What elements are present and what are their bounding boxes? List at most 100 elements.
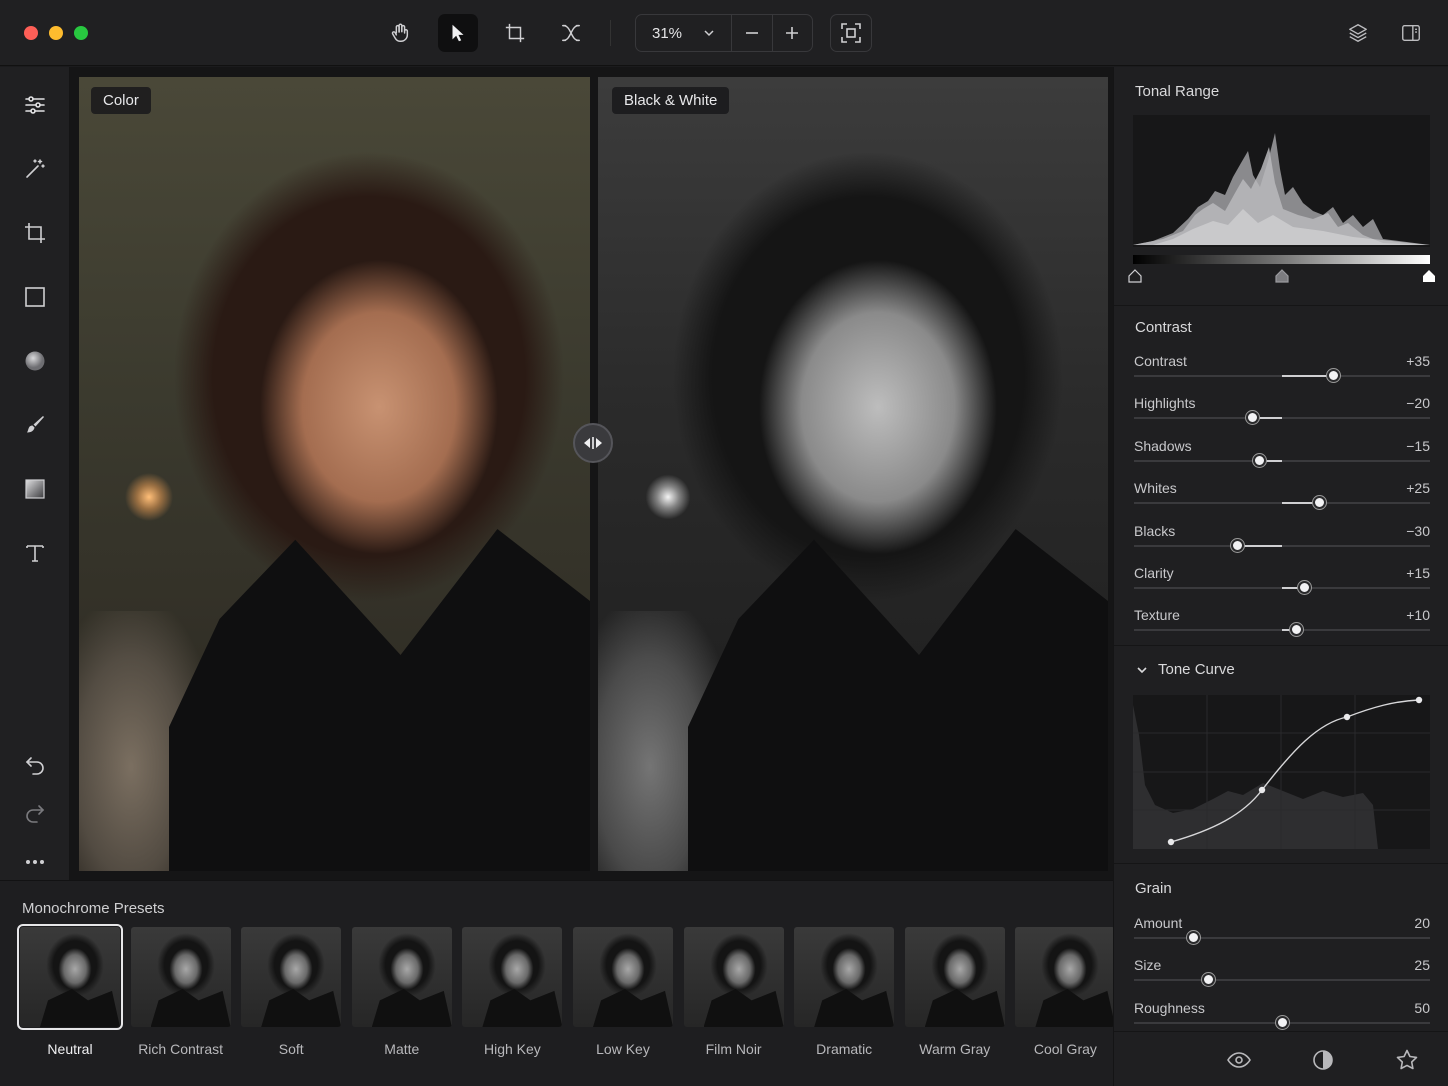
preset-item[interactable]: Neutral [17, 924, 123, 1057]
bw-label: Black & White [612, 87, 730, 114]
chevron-down-icon [704, 30, 714, 37]
minimize-window-button[interactable] [49, 26, 63, 40]
slider-knob[interactable] [1312, 496, 1326, 510]
layers-button[interactable] [1338, 14, 1378, 52]
rail-rectangle[interactable] [15, 277, 55, 317]
zoom-out-button[interactable] [732, 15, 773, 51]
slider-knob[interactable] [1297, 581, 1311, 594]
zoom-window-button[interactable] [74, 26, 88, 40]
tone-curve-editor[interactable] [1133, 695, 1430, 849]
highlight-point-handle[interactable] [1422, 269, 1436, 283]
slider-label: Roughness [1134, 999, 1205, 1016]
slider-amount[interactable]: Amount 20 [1134, 915, 1430, 955]
close-window-button[interactable] [24, 26, 38, 40]
fit-screen-icon [841, 23, 861, 43]
undo-button[interactable] [15, 745, 55, 785]
curve-point[interactable] [1167, 838, 1175, 846]
slider-label: Contrast [1134, 353, 1187, 369]
hand-tool-button[interactable] [380, 14, 420, 52]
slider-knob[interactable] [1186, 931, 1200, 944]
pointer-tool-button[interactable] [438, 14, 478, 52]
preset-label: Rich Contrast [138, 1041, 223, 1057]
contrast-circle-icon[interactable] [1311, 1048, 1335, 1072]
more-button[interactable] [15, 842, 55, 882]
slider-knob[interactable] [1253, 453, 1267, 467]
rail-brush[interactable] [15, 405, 55, 445]
slider-track[interactable] [1134, 544, 1430, 547]
slider-highlights[interactable]: Highlights −20 [1134, 395, 1430, 435]
slider-label: Blacks [1134, 522, 1176, 539]
preset-item[interactable]: Film Noir [683, 927, 784, 1057]
preset-item[interactable]: Warm Gray [904, 927, 1005, 1057]
split-view-handle[interactable] [573, 423, 613, 463]
slider-knob[interactable] [1201, 973, 1215, 987]
slider-track[interactable] [1134, 937, 1430, 939]
presets-strip: Monochrome Presets Neutral Rich Contrast S… [0, 880, 1116, 1086]
rail-crop[interactable] [15, 213, 55, 253]
zoom-in-button[interactable] [773, 15, 813, 51]
slider-track[interactable] [1134, 979, 1430, 982]
slider-knob[interactable] [1231, 538, 1245, 552]
tone-curve-header[interactable]: Tone Curve [1136, 661, 1235, 678]
preset-item[interactable]: Cool Gray [1015, 927, 1116, 1057]
preset-thumbnail [573, 927, 673, 1027]
sidebar-icon [1402, 24, 1420, 42]
slider-whites[interactable]: Whites +25 [1134, 480, 1430, 520]
preset-item[interactable]: Dramatic [794, 927, 895, 1057]
crop-tool-button[interactable] [495, 14, 535, 52]
rail-circle[interactable] [15, 341, 55, 381]
curve-point[interactable] [1258, 786, 1266, 794]
midtone-point-handle[interactable] [1275, 269, 1289, 283]
eye-icon[interactable] [1227, 1048, 1251, 1072]
fit-to-screen-button[interactable] [830, 14, 872, 52]
toggle-panel-button[interactable] [1391, 14, 1431, 52]
split-arrows-icon [584, 437, 602, 449]
slider-size[interactable]: Size 25 [1134, 957, 1430, 997]
bw-photo: Black & White [598, 77, 1108, 871]
shadow-point-handle[interactable] [1128, 269, 1142, 283]
gradient-icon [25, 479, 45, 499]
preset-item[interactable]: Soft [241, 927, 342, 1057]
slider-texture[interactable]: Texture +10 [1134, 607, 1430, 647]
preset-item[interactable]: High Key [462, 927, 563, 1057]
zoom-value: 31% [652, 24, 683, 42]
curve-point[interactable] [1415, 696, 1423, 704]
preset-label: Warm Gray [919, 1041, 991, 1057]
transform-icon [562, 24, 580, 42]
redo-button[interactable] [15, 793, 55, 833]
transform-tool-button[interactable] [551, 14, 591, 52]
zoom-dropdown[interactable]: 31% [636, 15, 732, 51]
slider-shadows[interactable]: Shadows −15 [1134, 438, 1430, 478]
image-canvas[interactable]: Color Black & White [70, 67, 1113, 880]
rectangle-icon [25, 287, 45, 307]
rail-text[interactable] [15, 533, 55, 573]
star-icon[interactable] [1395, 1048, 1419, 1072]
slider-value: +35 [1406, 353, 1430, 369]
slider-blacks[interactable]: Blacks −30 [1134, 523, 1430, 563]
slider-knob[interactable] [1290, 623, 1304, 637]
slider-track[interactable] [1134, 459, 1430, 462]
slider-contrast[interactable]: Contrast +35 [1134, 353, 1430, 393]
rail-magic-wand[interactable] [15, 149, 55, 189]
preset-item[interactable]: Matte [351, 927, 452, 1057]
preset-label: Matte [384, 1041, 420, 1057]
contrast-title: Contrast [1135, 319, 1192, 336]
slider-label: Clarity [1134, 565, 1174, 581]
slider-value: −15 [1406, 437, 1430, 454]
slider-value: 25 [1414, 957, 1430, 974]
curve-point[interactable] [1343, 713, 1351, 721]
slider-knob[interactable] [1327, 369, 1341, 382]
rail-adjustments[interactable] [15, 85, 55, 125]
slider-knob[interactable] [1275, 1015, 1289, 1029]
preset-label: Soft [278, 1041, 304, 1057]
slider-knob[interactable] [1245, 411, 1259, 425]
preset-item[interactable]: Rich Contrast [130, 927, 231, 1057]
layers-icon [1349, 24, 1367, 42]
slider-value: +15 [1406, 565, 1430, 581]
rail-gradient[interactable] [15, 469, 55, 509]
tone-curve-title: Tone Curve [1158, 661, 1235, 678]
slider-clarity[interactable]: Clarity +15 [1134, 565, 1430, 605]
preset-item[interactable]: Low Key [573, 927, 673, 1057]
slider-track[interactable] [1134, 417, 1430, 420]
preset-thumbnail [241, 927, 342, 1027]
